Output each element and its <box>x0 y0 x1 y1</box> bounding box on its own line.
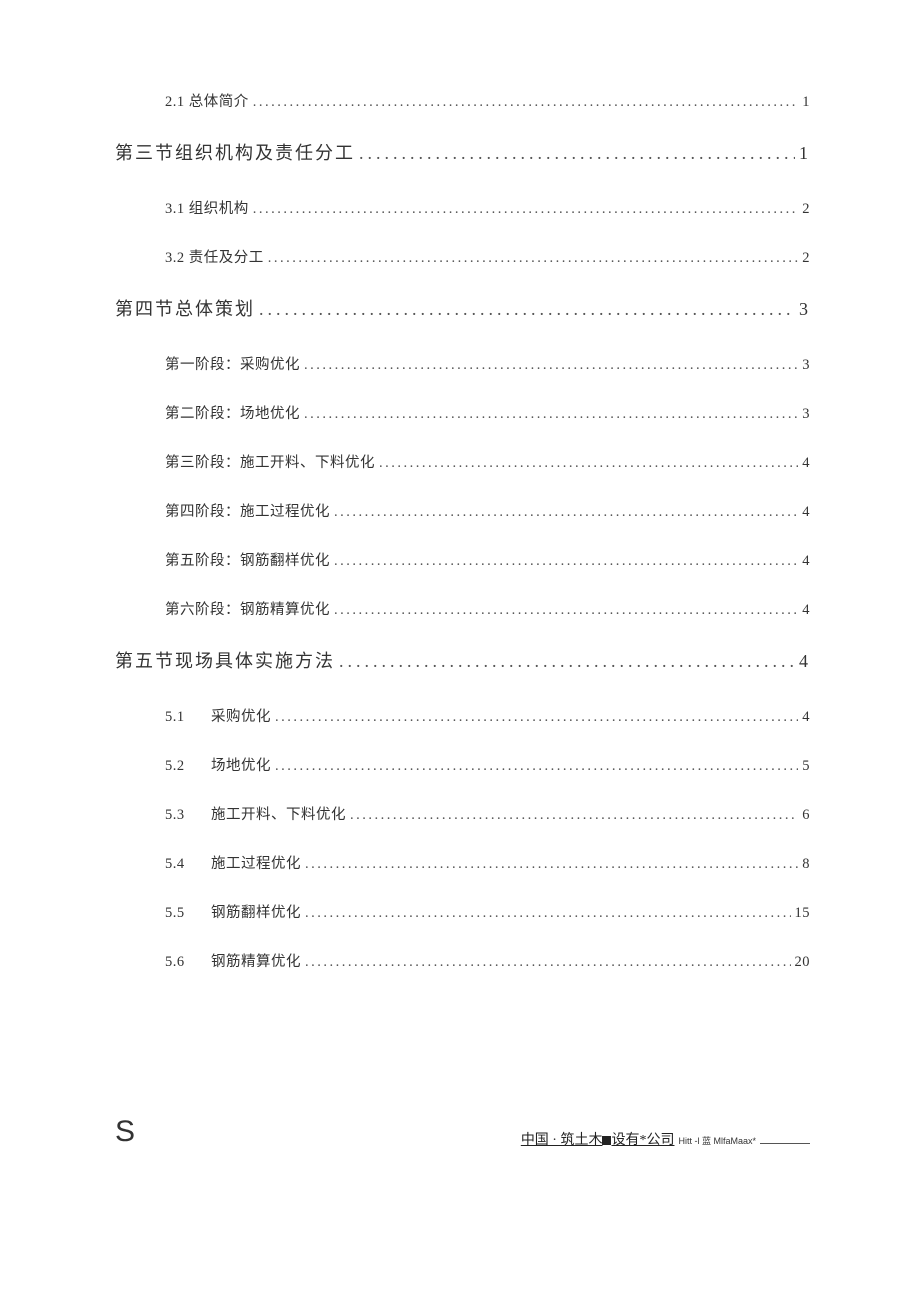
toc-label: 5.2 <box>165 758 193 775</box>
toc-label: 3.1 组织机构 <box>165 197 249 218</box>
toc-label: 第二阶段：场地优化 <box>165 402 300 423</box>
toc-page-number: 4 <box>802 455 810 472</box>
toc-entry: 第五节现场具体实施方法 4 <box>115 647 810 673</box>
toc-entry: 第三阶段：施工开料、下料优化 4 <box>115 451 810 472</box>
toc-label: 第五节现场具体实施方法 <box>115 647 335 673</box>
toc-page-number: 4 <box>802 709 810 726</box>
toc-leader-dots <box>305 954 791 971</box>
toc-suffix: 施工过程优化 <box>211 852 301 873</box>
toc-page-number: 4 <box>802 602 810 619</box>
toc-suffix: 采购优化 <box>211 705 271 726</box>
toc-entry: 第三节组织机构及责任分工 1 <box>115 139 810 165</box>
toc-label: 5.3 <box>165 807 193 824</box>
toc-leader-dots <box>275 709 798 726</box>
toc-leader-dots <box>304 406 798 423</box>
toc-page-number: 3 <box>802 357 810 374</box>
toc-page-number: 5 <box>802 758 810 775</box>
toc-leader-dots <box>379 455 798 472</box>
toc-entry: 5.3 施工开料、下料优化 6 <box>115 803 810 824</box>
toc-entry: 3.1 组织机构 2 <box>115 197 810 218</box>
page-footer: S 中国 · 筑土木设有*公司 Hitt -l 蓝 MlfaMaax* <box>0 1115 920 1149</box>
toc-leader-dots <box>253 94 799 111</box>
toc-page-number: 20 <box>795 954 811 971</box>
toc-label: 第一阶段：采购优化 <box>165 353 300 374</box>
toc-leader-dots <box>334 553 798 570</box>
toc-page-number: 15 <box>795 905 811 922</box>
toc-leader-dots <box>305 856 798 873</box>
toc-suffix: 钢筋翻样优化 <box>211 901 301 922</box>
toc-leader-dots <box>268 250 799 267</box>
toc-page-number: 3 <box>802 406 810 423</box>
toc-label: 5.4 <box>165 856 193 873</box>
toc-page-number: 2 <box>802 250 810 267</box>
footer-small-text: Hitt -l 蓝 MlfaMaax* <box>678 1134 756 1147</box>
toc-leader-dots <box>304 357 798 374</box>
toc-leader-dots <box>334 504 798 521</box>
toc-leader-dots <box>359 143 795 164</box>
footer-underline <box>760 1143 810 1144</box>
toc-page-number: 1 <box>799 143 810 164</box>
toc-entry: 第六阶段：钢筋精算优化 4 <box>115 598 810 619</box>
toc-entry: 5.5 钢筋翻样优化 15 <box>115 901 810 922</box>
toc-leader-dots <box>350 807 798 824</box>
toc-entry: 5.1 采购优化 4 <box>115 705 810 726</box>
toc-page-number: 1 <box>802 94 810 111</box>
toc-entry: 5.4 施工过程优化 8 <box>115 852 810 873</box>
toc-label: 第三节组织机构及责任分工 <box>115 139 355 165</box>
toc-suffix: 场地优化 <box>211 754 271 775</box>
footer-company-block: 中国 · 筑土木设有*公司 Hitt -l 蓝 MlfaMaax* <box>521 1129 810 1149</box>
toc-label: 第四阶段：施工过程优化 <box>165 500 330 521</box>
toc-label: 第五阶段：钢筋翻样优化 <box>165 549 330 570</box>
toc-entry: 第五阶段：钢筋翻样优化 4 <box>115 549 810 570</box>
toc-page-number: 2 <box>802 201 810 218</box>
toc-page-number: 6 <box>802 807 810 824</box>
toc-label: 第六阶段：钢筋精算优化 <box>165 598 330 619</box>
toc-label: 3.2 责任及分工 <box>165 246 264 267</box>
toc-leader-dots <box>253 201 799 218</box>
toc-entry: 2.1 总体简介 1 <box>115 90 810 111</box>
toc-leader-dots <box>305 905 791 922</box>
toc-label: 第四节总体策划 <box>115 295 255 321</box>
toc-entry: 第四节总体策划 3 <box>115 295 810 321</box>
toc-entry: 第二阶段：场地优化 3 <box>115 402 810 423</box>
toc-entry: 第一阶段：采购优化 3 <box>115 353 810 374</box>
toc-page-number: 4 <box>802 504 810 521</box>
toc-label: 第三阶段：施工开料、下料优化 <box>165 451 375 472</box>
toc-label: 2.1 总体简介 <box>165 90 249 111</box>
toc-page-number: 8 <box>802 856 810 873</box>
document-page: 2.1 总体简介1第三节组织机构及责任分工13.1 组织机构23.2 责任及分工… <box>0 0 920 971</box>
toc-leader-dots <box>334 602 798 619</box>
toc-entry: 5.2 场地优化 5 <box>115 754 810 775</box>
toc-label: 5.1 <box>165 709 193 726</box>
toc-label: 5.6 <box>165 954 193 971</box>
toc-page-number: 3 <box>799 299 810 320</box>
toc-leader-dots <box>275 758 798 775</box>
toc-suffix: 钢筋精算优化 <box>211 950 301 971</box>
toc-entry: 3.2 责任及分工 2 <box>115 246 810 267</box>
toc-page-number: 4 <box>799 651 810 672</box>
toc-entry: 5.6 钢筋精算优化 20 <box>115 950 810 971</box>
table-of-contents: 2.1 总体简介1第三节组织机构及责任分工13.1 组织机构23.2 责任及分工… <box>115 90 810 971</box>
toc-label: 5.5 <box>165 905 193 922</box>
toc-suffix: 施工开料、下料优化 <box>211 803 346 824</box>
toc-entry: 第四阶段：施工过程优化 4 <box>115 500 810 521</box>
toc-page-number: 4 <box>802 553 810 570</box>
footer-company-text: 中国 · 筑土木设有*公司 <box>521 1129 675 1149</box>
toc-leader-dots <box>339 651 795 672</box>
footer-mark: S <box>115 1115 135 1149</box>
toc-leader-dots <box>259 299 795 320</box>
square-icon <box>602 1136 611 1145</box>
